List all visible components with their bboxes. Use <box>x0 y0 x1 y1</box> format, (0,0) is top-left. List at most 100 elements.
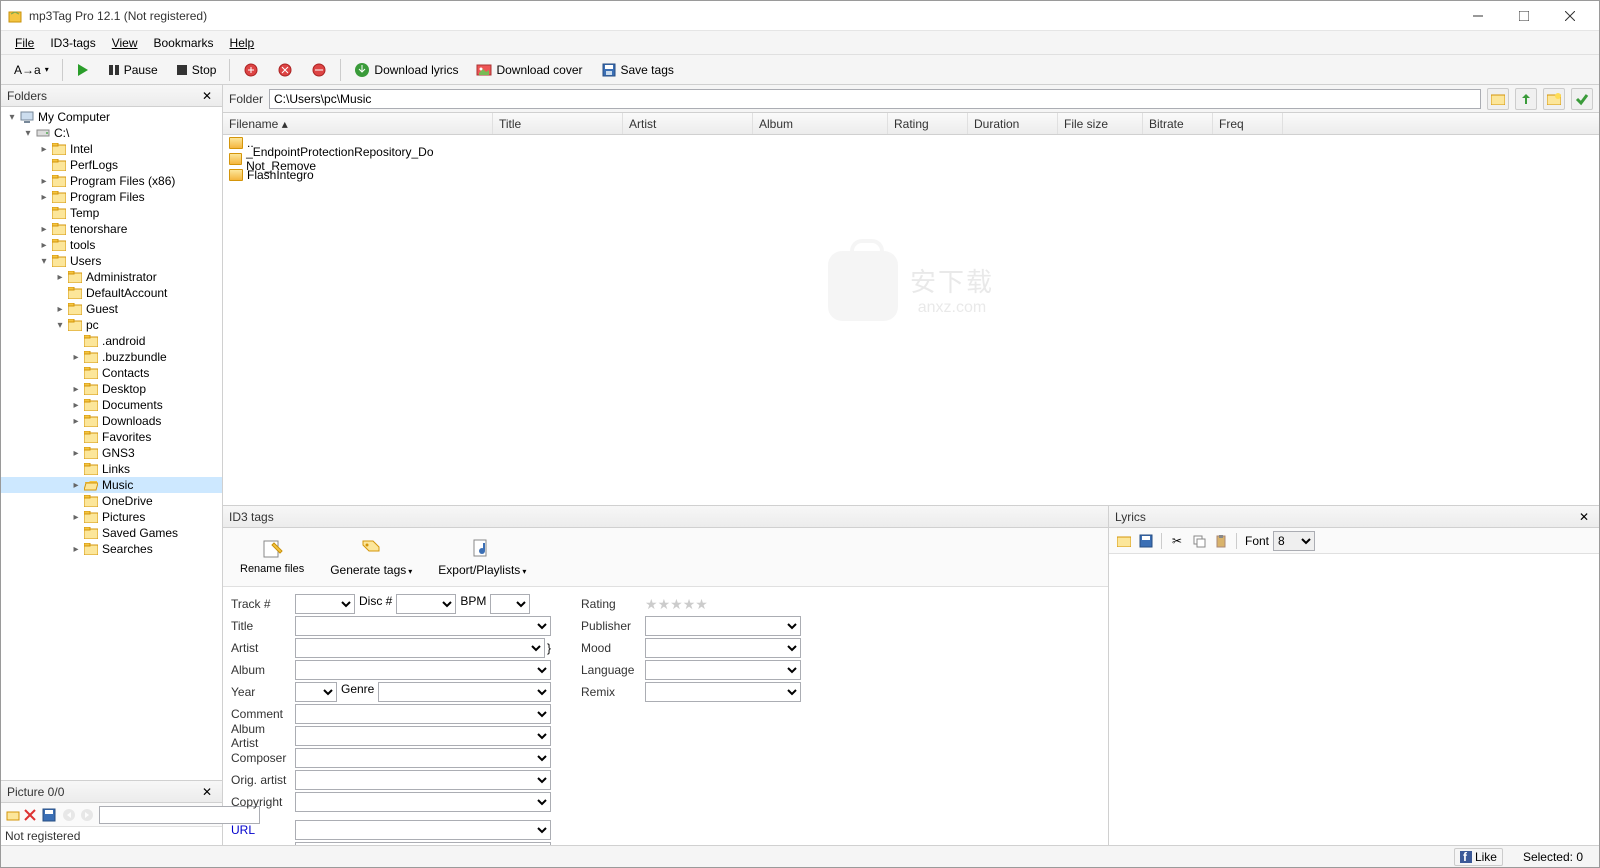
column-header[interactable]: Duration <box>968 113 1058 134</box>
copyright-select[interactable] <box>295 792 551 812</box>
mood-select[interactable] <box>645 638 801 658</box>
tree-node[interactable]: ▸Downloads <box>1 413 222 429</box>
pic-next-icon[interactable] <box>79 806 95 824</box>
tree-node[interactable]: DefaultAccount <box>1 285 222 301</box>
column-header[interactable]: File size <box>1058 113 1143 134</box>
tree-node[interactable]: ▸tools <box>1 237 222 253</box>
column-header[interactable]: Bitrate <box>1143 113 1213 134</box>
maximize-button[interactable] <box>1501 1 1547 31</box>
column-header[interactable]: Rating <box>888 113 968 134</box>
tag-tool-1[interactable] <box>236 59 266 81</box>
tag-tool-2[interactable] <box>270 59 300 81</box>
facebook-like-button[interactable]: f Like <box>1454 848 1503 866</box>
disc-select[interactable] <box>396 594 456 614</box>
language-select[interactable] <box>645 660 801 680</box>
lyrics-copy-icon[interactable] <box>1190 532 1208 550</box>
tree-node[interactable]: ▸Pictures <box>1 509 222 525</box>
tree-node[interactable]: ▾My Computer <box>1 109 222 125</box>
menu-file[interactable]: File <box>7 34 42 52</box>
tree-node[interactable]: ▸Searches <box>1 541 222 557</box>
apply-path-icon[interactable] <box>1571 88 1593 110</box>
tree-node[interactable]: Saved Games <box>1 525 222 541</box>
tree-node[interactable]: ▸Music <box>1 477 222 493</box>
folder-tree[interactable]: ▾My Computer▾C:\▸IntelPerfLogs▸Program F… <box>1 107 222 780</box>
publisher-select[interactable] <box>645 616 801 636</box>
lyrics-open-icon[interactable] <box>1115 532 1133 550</box>
lyrics-textarea[interactable] <box>1109 554 1599 845</box>
tree-node[interactable]: OneDrive <box>1 493 222 509</box>
rating-stars[interactable]: ★★★★★ <box>645 596 708 613</box>
folders-close-icon[interactable]: ✕ <box>198 89 216 103</box>
title-select[interactable] <box>295 616 551 636</box>
tag-tool-3[interactable] <box>304 59 334 81</box>
tree-node[interactable]: Links <box>1 461 222 477</box>
tree-node[interactable]: ▸Administrator <box>1 269 222 285</box>
play-button[interactable] <box>69 60 97 80</box>
track-select[interactable] <box>295 594 355 614</box>
file-list[interactable]: Filename ▴TitleArtistAlbumRatingDuration… <box>223 113 1599 505</box>
export-playlists-button[interactable]: Export/Playlists▾ <box>429 532 535 582</box>
artist-select[interactable] <box>295 638 545 658</box>
pic-open-icon[interactable] <box>5 806 21 824</box>
url-select[interactable] <box>295 820 551 840</box>
download-cover-button[interactable]: Download cover <box>469 59 589 81</box>
tree-node[interactable]: PerfLogs <box>1 157 222 173</box>
case-button[interactable]: A→a▾ <box>7 60 56 80</box>
lyrics-paste-icon[interactable] <box>1212 532 1230 550</box>
folder-path-input[interactable] <box>269 89 1481 109</box>
tree-node[interactable]: ▸Desktop <box>1 381 222 397</box>
bpm-select[interactable] <box>490 594 530 614</box>
album-artist-select[interactable] <box>295 726 551 746</box>
lyrics-save-icon[interactable] <box>1137 532 1155 550</box>
lyrics-close-icon[interactable]: ✕ <box>1575 510 1593 524</box>
tree-node[interactable]: ▸Intel <box>1 141 222 157</box>
menu-help[interactable]: Help <box>222 34 263 52</box>
year-select[interactable] <box>295 682 337 702</box>
tree-node[interactable]: ▾pc <box>1 317 222 333</box>
tree-node[interactable]: .android <box>1 333 222 349</box>
pause-button[interactable]: Pause <box>101 60 165 80</box>
download-lyrics-button[interactable]: Download lyrics <box>347 59 465 81</box>
new-folder-icon[interactable] <box>1543 88 1565 110</box>
lyrics-cut-icon[interactable]: ✂ <box>1168 532 1186 550</box>
tree-node[interactable]: ▸Documents <box>1 397 222 413</box>
genre-select[interactable] <box>378 682 551 702</box>
pic-delete-icon[interactable] <box>23 806 37 824</box>
save-tags-button[interactable]: Save tags <box>594 59 681 81</box>
column-header[interactable]: Artist <box>623 113 753 134</box>
tree-node[interactable]: ▾Users <box>1 253 222 269</box>
tree-node[interactable]: ▸GNS3 <box>1 445 222 461</box>
pic-prev-icon[interactable] <box>61 806 77 824</box>
file-row[interactable]: FlashIntegro <box>223 167 1599 183</box>
tree-node[interactable]: ▸tenorshare <box>1 221 222 237</box>
close-button[interactable] <box>1547 1 1593 31</box>
menu-view[interactable]: View <box>104 34 146 52</box>
remix-select[interactable] <box>645 682 801 702</box>
column-header[interactable]: Album <box>753 113 888 134</box>
composer-select[interactable] <box>295 748 551 768</box>
tree-node[interactable]: Temp <box>1 205 222 221</box>
tree-node[interactable]: Favorites <box>1 429 222 445</box>
tree-node[interactable]: ▸Program Files <box>1 189 222 205</box>
browse-folder-icon[interactable] <box>1487 88 1509 110</box>
lyrics-font-size-select[interactable]: 8 <box>1273 531 1315 551</box>
column-header[interactable]: Title <box>493 113 623 134</box>
file-row[interactable]: _EndpointProtectionRepository_Do Not_Rem… <box>223 151 1599 167</box>
minimize-button[interactable] <box>1455 1 1501 31</box>
tree-node[interactable]: ▸.buzzbundle <box>1 349 222 365</box>
menu-bookmarks[interactable]: Bookmarks <box>146 34 222 52</box>
parent-folder-icon[interactable] <box>1515 88 1537 110</box>
picture-close-icon[interactable]: ✕ <box>198 785 216 799</box>
tree-node[interactable]: ▾C:\ <box>1 125 222 141</box>
tree-node[interactable]: Contacts <box>1 365 222 381</box>
comment-select[interactable] <box>295 704 551 724</box>
menu-id3tags[interactable]: ID3-tags <box>42 34 103 52</box>
rename-files-button[interactable]: Rename files <box>231 532 313 582</box>
column-header[interactable]: Filename ▴ <box>223 113 493 134</box>
album-select[interactable] <box>295 660 551 680</box>
tree-node[interactable]: ▸Program Files (x86) <box>1 173 222 189</box>
pic-save-icon[interactable] <box>41 806 57 824</box>
column-header[interactable]: Freq <box>1213 113 1283 134</box>
generate-tags-button[interactable]: Generate tags▾ <box>321 532 421 582</box>
orig-artist-select[interactable] <box>295 770 551 790</box>
